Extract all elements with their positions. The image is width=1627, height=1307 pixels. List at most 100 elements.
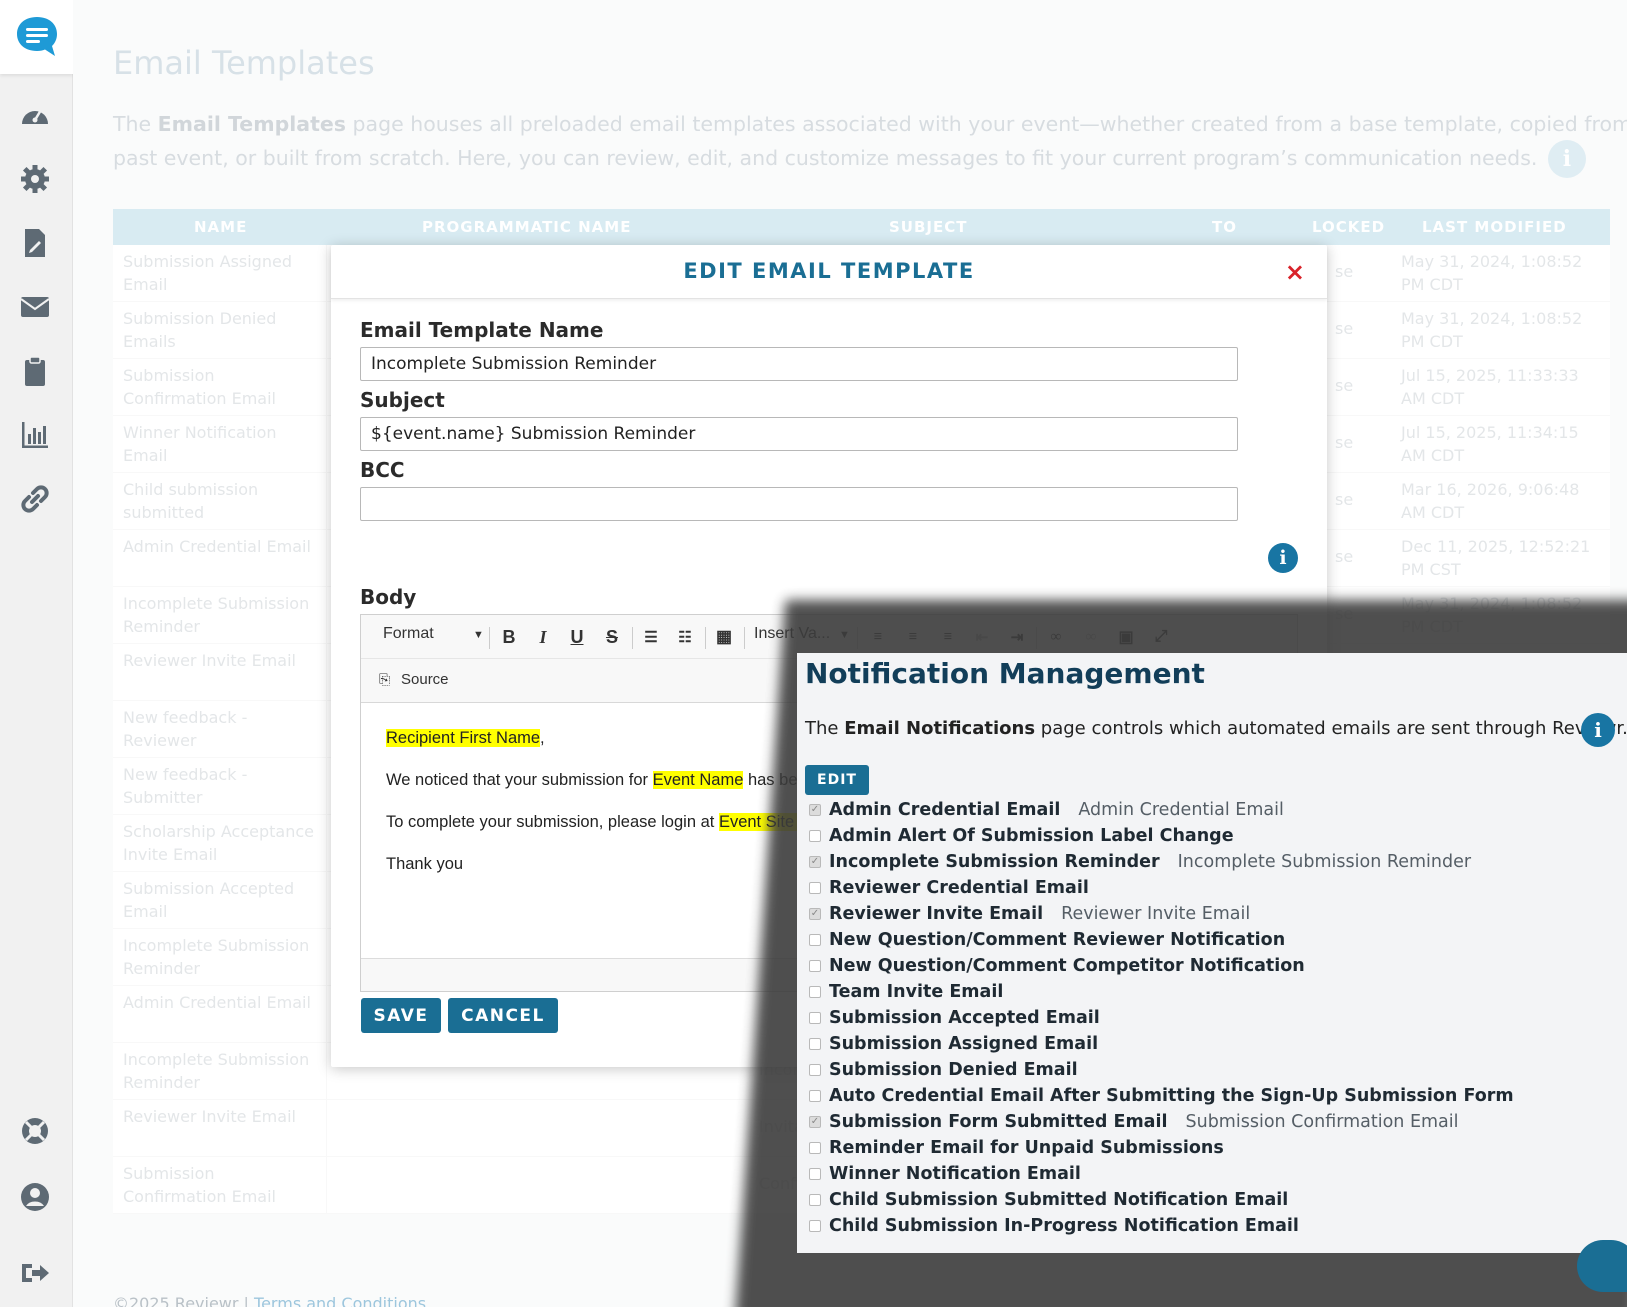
row-name: Admin Credential Email bbox=[123, 993, 311, 1012]
notification-item: Reminder Email for Unpaid Submissions bbox=[809, 1135, 1532, 1161]
notification-template: Admin Credential Email bbox=[1078, 800, 1284, 820]
row-to: se bbox=[1335, 547, 1354, 566]
col-modified-header[interactable]: LAST MODIFIED bbox=[1422, 218, 1567, 236]
notification-item: Child Submission Submitted Notification … bbox=[809, 1187, 1532, 1213]
template-name-input[interactable]: Incomplete Submission Reminder bbox=[360, 347, 1238, 381]
notification-checkbox[interactable] bbox=[809, 830, 821, 842]
notification-item: Submission Assigned Email bbox=[809, 1031, 1532, 1057]
notification-template: Incomplete Submission Reminder bbox=[1177, 852, 1472, 872]
info-icon[interactable]: i bbox=[1268, 543, 1298, 573]
column-divider bbox=[326, 701, 327, 758]
notification-template: Reviewer Invite Email bbox=[1061, 904, 1251, 924]
source-button[interactable]: Source bbox=[401, 671, 449, 688]
notification-checkbox[interactable] bbox=[809, 986, 821, 998]
notification-name: Child Submission In-Progress Notificatio… bbox=[829, 1216, 1299, 1236]
numbered-list-icon[interactable]: ☰ bbox=[640, 626, 662, 648]
close-icon[interactable]: × bbox=[1285, 258, 1305, 286]
notification-checkbox[interactable] bbox=[809, 934, 821, 946]
bcc-input[interactable] bbox=[360, 487, 1238, 521]
row-name: Child submission submitted bbox=[123, 480, 259, 522]
column-divider bbox=[326, 1043, 327, 1100]
notification-checkbox[interactable]: ✓ bbox=[809, 1116, 821, 1128]
row-to: se bbox=[1335, 433, 1354, 452]
bar-chart-icon[interactable] bbox=[16, 416, 54, 454]
edit-button[interactable]: EDIT bbox=[805, 765, 869, 795]
notification-checkbox[interactable] bbox=[809, 1142, 821, 1154]
template-name-label: Email Template Name bbox=[360, 318, 604, 342]
notification-name: Team Invite Email bbox=[829, 982, 1004, 1002]
chevron-down-icon[interactable]: ▼ bbox=[473, 629, 484, 641]
logout-icon[interactable] bbox=[16, 1254, 54, 1292]
notification-name: Reviewer Invite Email bbox=[829, 904, 1044, 924]
notification-checkbox[interactable] bbox=[809, 1012, 821, 1024]
notification-description: The Email Notifications page controls wh… bbox=[805, 718, 1627, 739]
row-name: Incomplete Submission Reminder bbox=[123, 1050, 310, 1092]
col-subject-header[interactable]: SUBJECT bbox=[889, 218, 967, 236]
page-description: The Email Templates page houses all prel… bbox=[113, 108, 1627, 178]
notification-item: Winner Notification Email bbox=[809, 1161, 1532, 1187]
document-edit-icon[interactable] bbox=[16, 224, 54, 262]
lifebuoy-icon[interactable] bbox=[16, 1112, 54, 1150]
notification-name: Child Submission Submitted Notification … bbox=[829, 1190, 1289, 1210]
notification-name: Admin Credential Email bbox=[829, 800, 1061, 820]
col-locked-header[interactable]: LOCKED bbox=[1312, 218, 1385, 236]
notification-checkbox[interactable] bbox=[809, 882, 821, 894]
notification-checkbox[interactable] bbox=[809, 1090, 821, 1102]
bcc-label: BCC bbox=[360, 458, 405, 482]
gear-icon[interactable] bbox=[16, 160, 54, 198]
subject-input[interactable]: ${event.name} Submission Reminder bbox=[360, 417, 1238, 451]
notification-name: Submission Denied Email bbox=[829, 1060, 1078, 1080]
notification-name: Submission Assigned Email bbox=[829, 1034, 1099, 1054]
chat-widget-icon[interactable] bbox=[1577, 1240, 1627, 1292]
column-divider bbox=[326, 587, 327, 644]
row-last-modified: Dec 11, 2025, 12:52:21 PM CST bbox=[1401, 537, 1591, 579]
terms-link[interactable]: Terms and Conditions bbox=[254, 1294, 426, 1307]
save-button[interactable]: SAVE bbox=[361, 998, 441, 1033]
envelope-icon[interactable] bbox=[16, 288, 54, 326]
cancel-button[interactable]: CANCEL bbox=[448, 998, 558, 1033]
column-divider bbox=[326, 416, 327, 473]
col-to-header[interactable]: TO bbox=[1212, 218, 1237, 236]
notification-item: Admin Alert Of Submission Label Change bbox=[809, 823, 1532, 849]
column-divider bbox=[326, 815, 327, 872]
notification-name: Admin Alert Of Submission Label Change bbox=[829, 826, 1234, 846]
notification-item: Reviewer Credential Email bbox=[809, 875, 1532, 901]
user-icon[interactable] bbox=[16, 1178, 54, 1216]
col-programmatic-header[interactable]: PROGRAMMATIC NAME bbox=[422, 218, 631, 236]
notification-checkbox[interactable] bbox=[809, 1168, 821, 1180]
italic-icon[interactable]: I bbox=[532, 626, 554, 648]
notification-template: Submission Confirmation Email bbox=[1185, 1112, 1459, 1132]
table-icon[interactable]: ▦ bbox=[713, 626, 735, 648]
notification-name: Winner Notification Email bbox=[829, 1164, 1081, 1184]
notification-checkbox[interactable] bbox=[809, 1220, 821, 1232]
logo[interactable] bbox=[0, 0, 73, 74]
notification-item: New Question/Comment Reviewer Notificati… bbox=[809, 927, 1532, 953]
notification-checkbox[interactable]: ✓ bbox=[809, 856, 821, 868]
notification-checkbox[interactable] bbox=[809, 1064, 821, 1076]
info-icon[interactable]: i bbox=[1547, 140, 1586, 178]
strikethrough-icon[interactable]: S bbox=[601, 626, 623, 648]
row-name: Incomplete Submission Reminder bbox=[123, 594, 310, 636]
dashboard-icon[interactable] bbox=[16, 96, 54, 134]
clipboard-icon[interactable] bbox=[16, 352, 54, 390]
source-icon[interactable]: ⎘ bbox=[379, 671, 390, 688]
notification-name: Reminder Email for Unpaid Submissions bbox=[829, 1138, 1224, 1158]
row-last-modified: May 31, 2024, 1:08:52 PM CDT bbox=[1401, 252, 1583, 294]
row-last-modified: Mar 16, 2026, 9:06:48 AM CDT bbox=[1401, 480, 1580, 522]
notification-checkbox[interactable] bbox=[809, 960, 821, 972]
column-divider bbox=[326, 1157, 327, 1214]
link-icon[interactable] bbox=[16, 480, 54, 518]
notification-checkbox[interactable]: ✓ bbox=[809, 908, 821, 920]
col-name-header[interactable]: NAME bbox=[194, 218, 247, 236]
notification-checkbox[interactable] bbox=[809, 1038, 821, 1050]
footer: ©2025 Reviewr | Terms and Conditions bbox=[113, 1294, 426, 1307]
bullet-list-icon[interactable]: ☷ bbox=[674, 626, 696, 648]
row-last-modified: May 31, 2024, 1:08:52 PM CDT bbox=[1401, 309, 1583, 351]
notification-checkbox[interactable] bbox=[809, 1194, 821, 1206]
underline-icon[interactable]: U bbox=[566, 626, 588, 648]
info-icon[interactable]: i bbox=[1581, 713, 1615, 747]
bold-icon[interactable]: B bbox=[498, 626, 520, 648]
format-dropdown[interactable]: Format bbox=[383, 625, 434, 643]
notification-item: ✓ Admin Credential Email Admin Credential … bbox=[809, 797, 1532, 823]
notification-checkbox[interactable]: ✓ bbox=[809, 804, 821, 816]
